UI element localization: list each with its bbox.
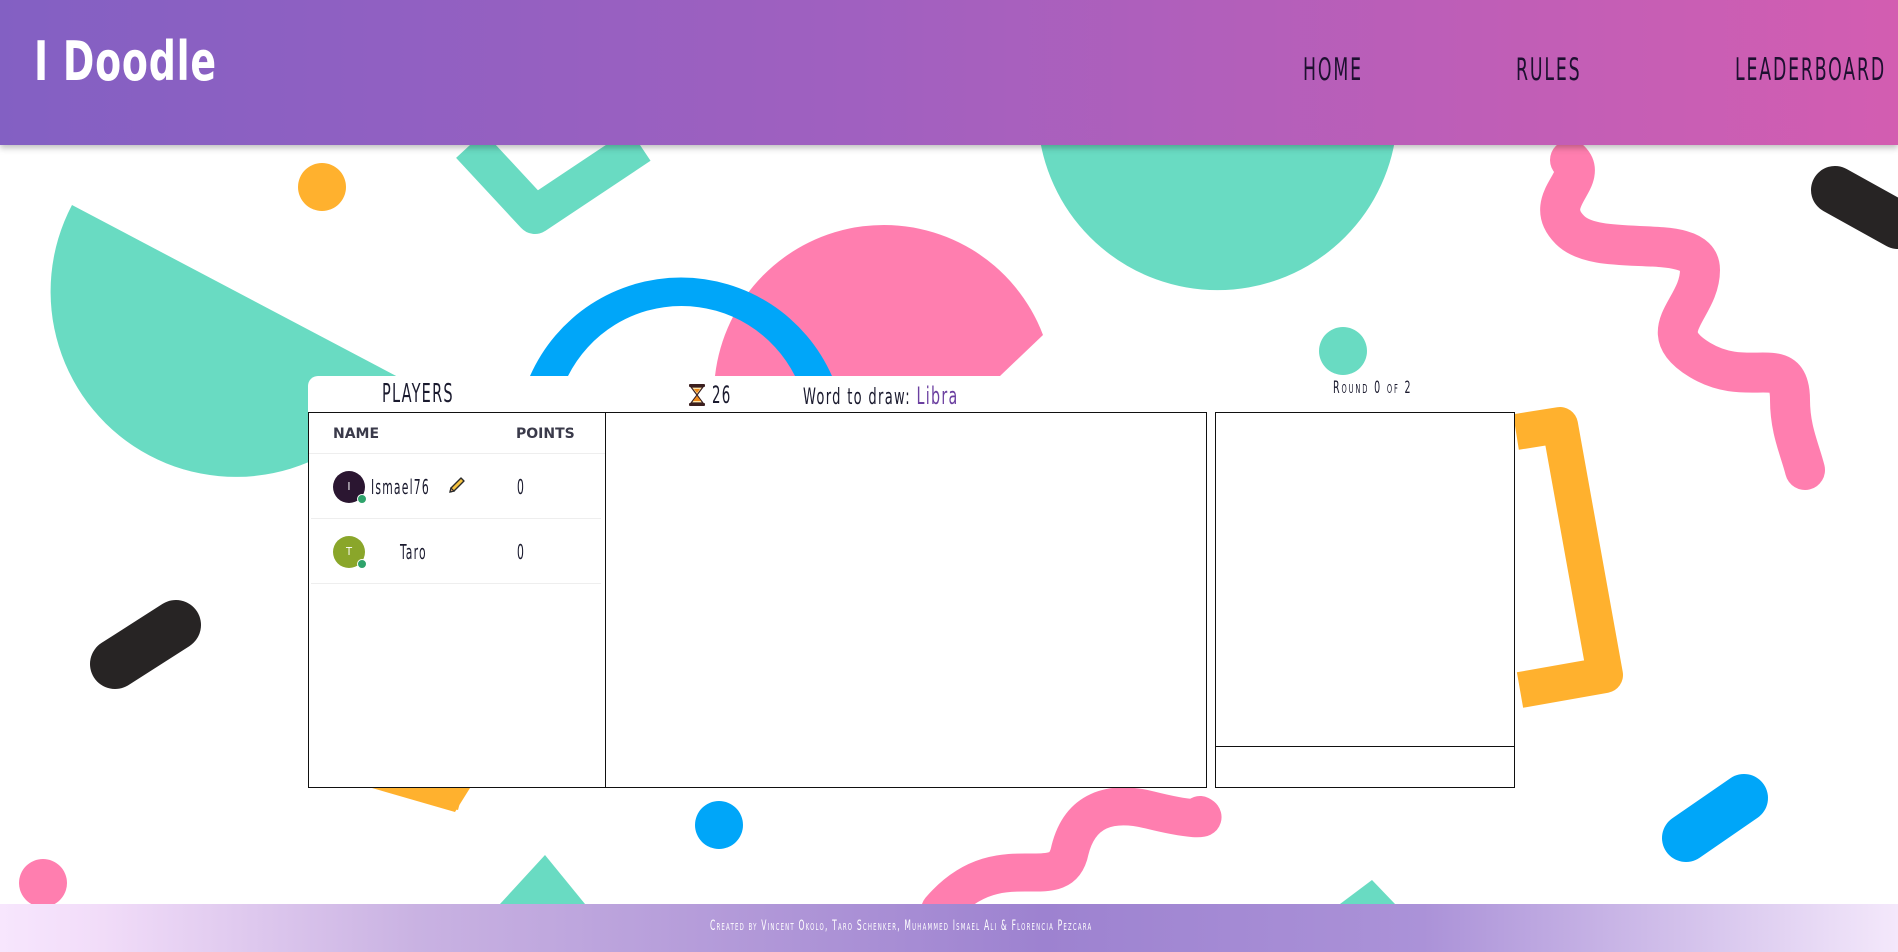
footer-credits: Created by Vincent Okolo, Taro Schenker,… (710, 918, 1093, 934)
player-name: Ismael76 (371, 475, 430, 499)
avatar: I (333, 471, 367, 504)
chat-input-area (1216, 746, 1514, 788)
player-points: 0 (517, 475, 524, 499)
guess-input[interactable] (1216, 747, 1514, 788)
site-header: I Doodle HOME RULES LEADERBOARD (0, 0, 1898, 145)
drawing-canvas[interactable] (605, 412, 1207, 788)
chat-panel (1215, 412, 1515, 788)
word-value: Libra (916, 382, 959, 410)
game-board: NAME POINTS I Ismael76 0 T Taro 0 (308, 412, 1516, 788)
hourglass-icon (689, 384, 705, 406)
online-status-icon (357, 559, 367, 569)
game-panel: PLAYERS 26 Word to draw: Libra Round 0 o… (308, 376, 1516, 788)
game-top-bar: PLAYERS 26 Word to draw: Libra Round 0 o… (308, 376, 1516, 412)
pencil-icon (449, 477, 465, 493)
avatar: T (333, 536, 367, 569)
site-logo[interactable]: I Doodle (34, 30, 217, 93)
timer-value: 26 (712, 381, 732, 409)
turn-timer: 26 (688, 381, 743, 409)
word-label: Word to draw: (803, 385, 911, 410)
word-to-draw: Word to draw: Libra (803, 382, 959, 410)
player-points: 0 (517, 540, 524, 564)
nav-leaderboard-link[interactable]: LEADERBOARD (1735, 52, 1886, 88)
players-table-header: NAME POINTS (309, 413, 605, 454)
avatar-initial: I (347, 480, 351, 493)
online-status-icon (357, 494, 367, 504)
site-footer: Created by Vincent Okolo, Taro Schenker,… (0, 904, 1898, 952)
player-name: Taro (400, 540, 427, 564)
round-indicator: Round 0 of 2 (1333, 378, 1413, 398)
players-table: NAME POINTS I Ismael76 0 T Taro 0 (308, 412, 606, 788)
avatar-initial: T (345, 545, 353, 558)
nav-home-link[interactable]: HOME (1303, 52, 1363, 88)
nav-rules-link[interactable]: RULES (1516, 52, 1582, 88)
column-header-points: POINTS (516, 426, 575, 442)
players-tab: PLAYERS (308, 376, 603, 412)
chat-messages (1216, 413, 1514, 746)
column-header-name: NAME (333, 426, 380, 442)
player-row: T Taro 0 (311, 519, 601, 584)
player-row: I Ismael76 0 (311, 454, 601, 519)
players-title: PLAYERS (382, 379, 454, 409)
